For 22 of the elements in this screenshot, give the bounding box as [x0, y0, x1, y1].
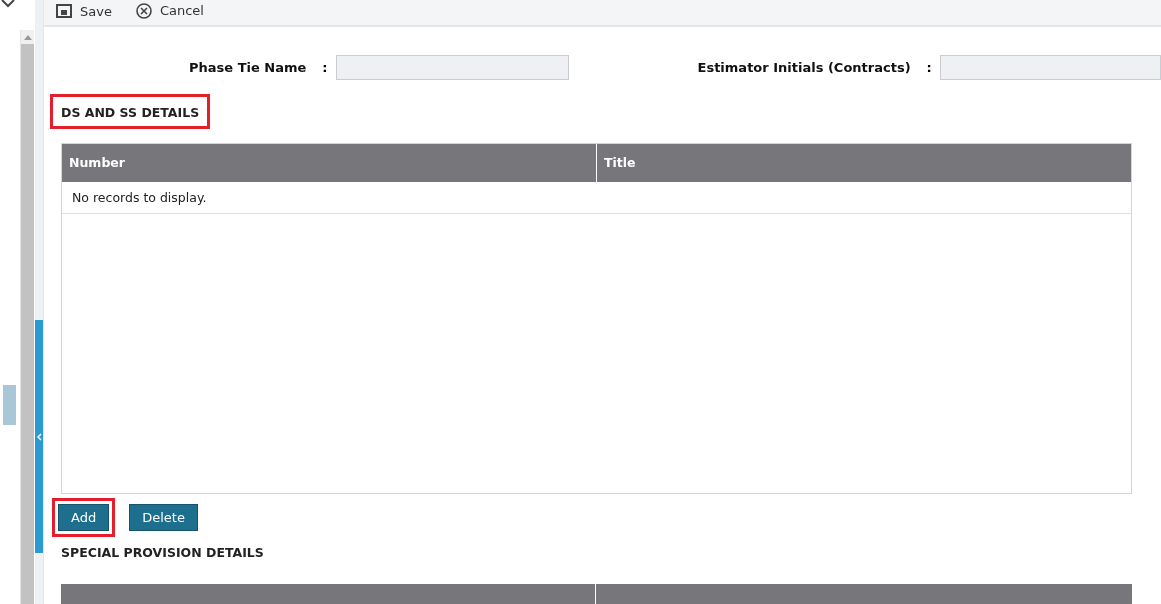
save-button[interactable]: Save: [56, 3, 112, 19]
cancel-button[interactable]: Cancel: [135, 2, 204, 19]
input-field[interactable]: [939, 54, 1161, 80]
grid-button[interactable]: Delete: [129, 504, 198, 532]
scrollbar[interactable]: [20, 30, 34, 604]
column-header[interactable]: Number: [62, 143, 596, 182]
grid-button[interactable]: Add: [58, 504, 110, 532]
input-field[interactable]: [335, 54, 569, 80]
cancel-icon: [135, 2, 152, 19]
panel-tab[interactable]: [3, 385, 16, 425]
field-label: Estimator Initials (Contracts): [697, 59, 911, 75]
save-icon: [56, 4, 72, 19]
empty-message: No records to display.: [62, 181, 1131, 214]
colon: :: [926, 59, 932, 75]
scroll-up-icon[interactable]: [23, 34, 32, 40]
field-label: Phase Tie Name: [189, 59, 307, 75]
column-header[interactable]: Title: [596, 143, 1131, 182]
chevron-left-icon: [36, 432, 42, 441]
section-title: DS AND SS DETAILS: [50, 93, 211, 129]
section-title: SPECIAL PROVISION DETAILS: [61, 545, 265, 561]
colon: :: [322, 59, 328, 75]
collapse-bar[interactable]: [35, 320, 43, 553]
